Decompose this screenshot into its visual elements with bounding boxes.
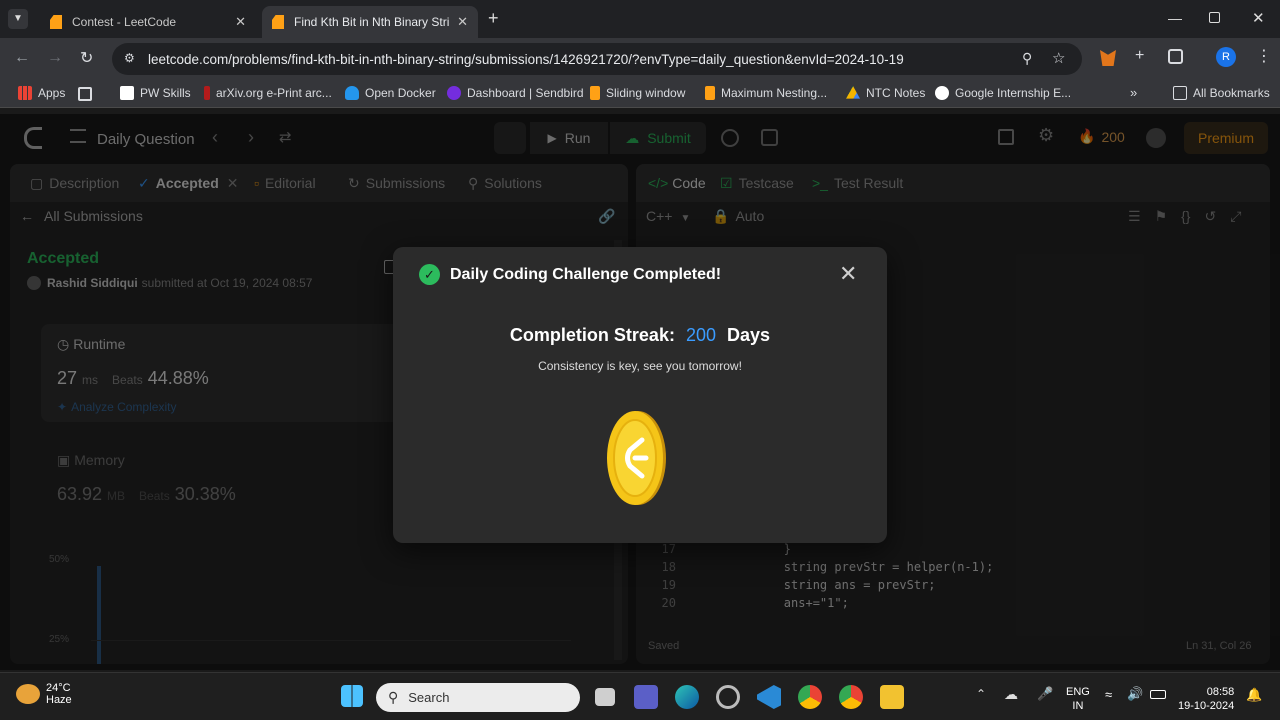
taskbar-search[interactable]: ⚲ Search [376, 683, 580, 712]
weather-widget[interactable]: 24°C Haze [16, 682, 72, 706]
streak-modal: ✓ Daily Coding Challenge Completed! ✕ Co… [393, 247, 887, 543]
battery-icon[interactable] [1150, 690, 1166, 699]
edge-icon[interactable] [675, 685, 699, 709]
tab-title: Find Kth Bit in Nth Binary String [294, 15, 450, 29]
docker-icon [345, 86, 359, 100]
url-text: leetcode.com/problems/find-kth-bit-in-nt… [148, 51, 904, 67]
bookmark-ntc-notes[interactable]: NTC Notes [846, 86, 925, 100]
teams-icon[interactable] [634, 685, 658, 709]
browser-tab-problem[interactable]: Find Kth Bit in Nth Binary String ✕ [262, 6, 478, 38]
bookmark-sliding-window[interactable]: Sliding window [590, 86, 685, 100]
search-icon: ⚲ [388, 689, 399, 705]
add-icon[interactable]: + [1135, 47, 1144, 65]
volume-icon[interactable]: 🔊 [1127, 686, 1143, 702]
sendbird-icon [447, 86, 461, 100]
bookmark-pw-skills[interactable]: PW Skills [120, 86, 191, 100]
window-close-button[interactable]: ✕ [1252, 9, 1265, 27]
wifi-icon[interactable]: ≈ [1105, 687, 1112, 702]
browser-toolbar: ← → ↻ ⚙ leetcode.com/problems/find-kth-b… [0, 38, 1280, 80]
vscode-icon[interactable] [757, 685, 781, 709]
tab-title: Contest - LeetCode [72, 15, 177, 29]
metamask-extension-icon[interactable] [1100, 50, 1116, 66]
back-icon[interactable]: ← [14, 49, 30, 67]
bookmark-star-icon[interactable]: ☆ [1052, 49, 1065, 67]
streak-line: Completion Streak: 200 Days [509, 325, 771, 345]
bookmark-arxiv[interactable]: arXiv.org e-Print arc... [204, 86, 332, 100]
success-check-icon: ✓ [419, 264, 440, 285]
leetcode-icon [705, 86, 715, 100]
drive-icon [846, 86, 860, 99]
modal-title: Daily Coding Challenge Completed! [450, 266, 722, 283]
notification-bell-icon[interactable]: 🔔 [1246, 687, 1262, 703]
medium-icon [935, 86, 949, 100]
folder-icon [1173, 86, 1187, 100]
profile-avatar[interactable]: R [1216, 47, 1236, 67]
arxiv-icon [204, 86, 210, 100]
clock[interactable]: 08:58 19-10-2024 [1178, 685, 1234, 713]
bookmark-docker[interactable]: Open Docker [345, 86, 436, 100]
bookmark-apps[interactable]: Apps [18, 86, 65, 100]
file-explorer-icon[interactable] [880, 685, 904, 709]
chrome-icon[interactable] [839, 685, 863, 709]
bookmarks-bar: Apps PW Skills arXiv.org e-Print arc... … [0, 80, 1280, 108]
show-hidden-icons[interactable]: ⌃ [976, 687, 986, 701]
site-info-icon[interactable]: ⚙ [124, 51, 135, 65]
leetcode-favicon-icon [272, 15, 284, 29]
leetcode-favicon-icon [50, 15, 62, 29]
address-bar[interactable]: ⚙ leetcode.com/problems/find-kth-bit-in-… [112, 43, 1082, 75]
more-bookmarks-icon[interactable]: » [1130, 85, 1137, 100]
windows-start-icon[interactable] [341, 685, 363, 707]
settings-gear-icon[interactable] [716, 685, 740, 709]
microphone-icon[interactable]: 🎤 [1037, 686, 1053, 702]
task-view-icon[interactable] [595, 688, 615, 706]
gold-coin-icon [606, 410, 666, 506]
haze-icon [16, 684, 40, 704]
streak-value: 200 [685, 325, 717, 345]
close-icon[interactable]: ✕ [235, 14, 246, 30]
all-bookmarks[interactable]: All Bookmarks [1173, 86, 1270, 100]
forward-icon[interactable]: → [47, 49, 63, 67]
bookmark-google-internship[interactable]: Google Internship E... [935, 86, 1071, 100]
windows-taskbar: 24°C Haze ⚲ Search ⌃ ☁ 🎤 ENG IN ≈ 🔊 08:5… [0, 672, 1280, 720]
new-tab-button[interactable]: + [488, 8, 499, 29]
onedrive-icon[interactable]: ☁ [1004, 686, 1018, 703]
maximize-button[interactable] [1209, 12, 1220, 23]
close-icon[interactable]: ✕ [457, 14, 468, 30]
chrome-icon[interactable] [798, 685, 822, 709]
extensions-icon[interactable] [1168, 49, 1183, 64]
bookmark-maximum-nesting[interactable]: Maximum Nesting... [705, 86, 827, 100]
tab-search-button[interactable]: ▼ [8, 9, 28, 29]
minimize-button[interactable]: — [1168, 10, 1182, 26]
chrome-menu-icon[interactable]: ⋮ [1256, 46, 1272, 66]
apps-grid-icon [18, 86, 32, 100]
reload-icon[interactable]: ↻ [80, 48, 93, 68]
modal-message: Consistency is key, see you tomorrow! [538, 359, 742, 373]
language-indicator[interactable]: ENG IN [1066, 685, 1090, 713]
browser-tab-strip: ▼ Contest - LeetCode ✕ Find Kth Bit in N… [0, 0, 1280, 38]
tab-groups-icon[interactable] [78, 87, 92, 101]
pw-icon [120, 86, 134, 100]
browser-tab-contest[interactable]: Contest - LeetCode ✕ [40, 6, 256, 38]
zoom-icon[interactable]: ⚲ [1022, 50, 1032, 67]
leetcode-icon [590, 86, 600, 100]
modal-close-button[interactable]: ✕ [839, 261, 857, 287]
bookmark-sendbird[interactable]: Dashboard | Sendbird [447, 86, 584, 100]
